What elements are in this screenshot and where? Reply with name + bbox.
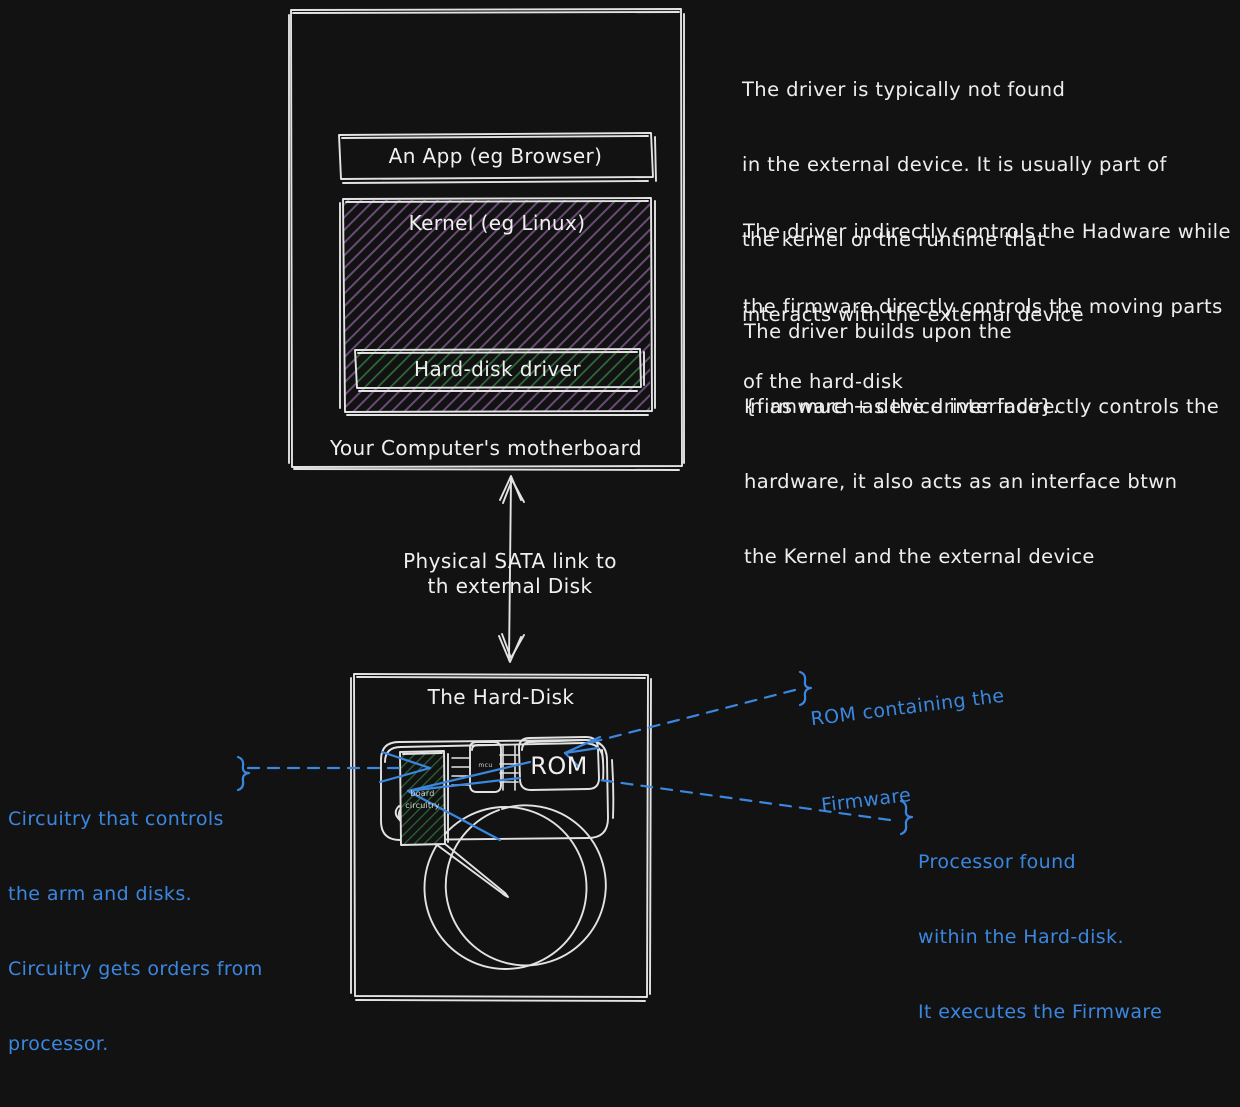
- annotation-line: Circuitry gets orders from: [8, 958, 263, 980]
- annotation-processor: Processor found within the Hard-disk. It…: [918, 800, 1162, 1075]
- note-line: hardware, it also acts as an interface b…: [744, 470, 1178, 493]
- annotation-circuitry: Circuitry that controls the arm and disk…: [8, 757, 263, 1107]
- board-circuitry-label-line1: board: [410, 789, 435, 798]
- note-line: The driver indirectly controls the Hadwa…: [743, 220, 1231, 243]
- driver-box-label: Hard-disk driver: [414, 357, 581, 381]
- sata-link-label-line2: th external Disk: [427, 574, 593, 598]
- motherboard-caption: Your Computer's motherboard: [329, 436, 643, 460]
- note-line: The driver builds upon the: [744, 320, 1012, 343]
- annotation-line: processor.: [8, 1033, 109, 1055]
- board-circuitry-label-line2: circuitry: [405, 801, 440, 810]
- harddisk-title: The Hard-Disk: [427, 685, 575, 709]
- note-line: the Kernel and the external device: [744, 545, 1095, 568]
- annotation-line: Circuitry that controls: [8, 808, 224, 830]
- kernel-box-label: Kernel (eg Linux): [408, 211, 586, 235]
- diagram-canvas: An App (eg Browser) Kernel (eg Linux) Ha…: [0, 0, 1240, 1055]
- annotation-line: the arm and disks.: [8, 883, 193, 905]
- note-line: In as much as the driver indirectly cont…: [744, 395, 1220, 418]
- disk-platter: [423, 804, 607, 970]
- annotation-line: It executes the Firmware: [918, 1001, 1163, 1023]
- note-line: The driver is typically not found: [742, 78, 1066, 101]
- annotation-line: ROM containing the: [809, 684, 1006, 731]
- app-box-label: An App (eg Browser): [388, 144, 603, 168]
- harddisk-frame: [350, 673, 652, 1002]
- mcu-chip-label: mcu: [478, 762, 493, 769]
- annotation-line: within the Hard-disk.: [918, 926, 1124, 948]
- note-interface: In as much as the driver indirectly cont…: [744, 344, 1219, 619]
- sata-link-label-line1: Physical SATA link to: [403, 549, 617, 573]
- rom-chip-label: ROM: [530, 752, 588, 780]
- annotation-line: Processor found: [918, 851, 1077, 873]
